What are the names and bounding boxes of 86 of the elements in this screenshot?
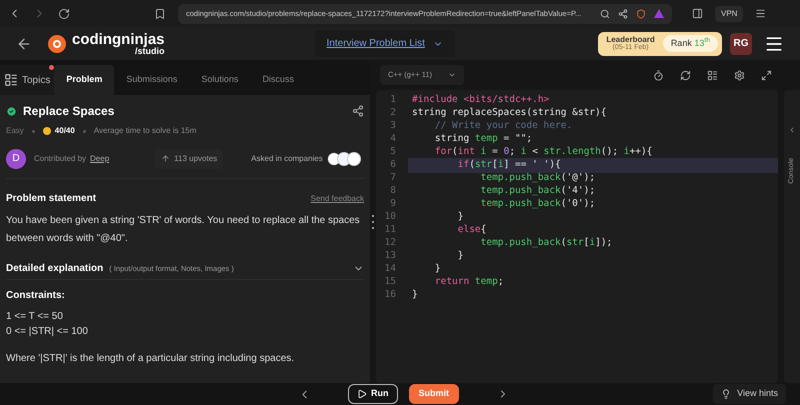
refresh-icon[interactable]: [680, 70, 691, 80]
leaderboard-title: Leaderboard: [606, 36, 655, 44]
problem-title: Replace Spaces: [23, 103, 114, 120]
problem-tab[interactable]: Solutions: [189, 65, 250, 95]
upvote-icon: [161, 154, 170, 163]
line-number: 6: [389, 158, 397, 172]
user-avatar[interactable]: RG: [730, 32, 752, 54]
hints-button[interactable]: View hints: [713, 384, 786, 404]
problem-tab[interactable]: Submissions: [114, 65, 190, 95]
chevron-down-icon: [448, 71, 456, 79]
lightbulb-icon: [721, 389, 732, 399]
line-number: 8: [389, 184, 397, 198]
logo-subtext: /studio: [135, 46, 165, 56]
line-number: 5: [389, 145, 397, 160]
line-number: 10: [384, 210, 397, 224]
line-number: 16: [384, 288, 397, 302]
chevron-left-icon[interactable]: [788, 126, 796, 134]
play-icon: [357, 389, 367, 399]
topics-button[interactable]: Topics: [0, 65, 54, 95]
code-line: // Write your code here.: [434, 119, 574, 134]
code-line: temp.push_back('@');: [480, 171, 596, 186]
company-logo-icon: [326, 152, 341, 166]
code-line: return temp;: [434, 275, 505, 290]
line-number: 9: [389, 197, 397, 212]
rank-label: Rank 13$^{th}$: [662, 34, 718, 52]
line-number: 2: [389, 106, 397, 120]
code-line: string temp = "";: [434, 132, 534, 146]
layout-icon[interactable]: [707, 70, 718, 80]
average-time-text: Average time to solve is 15m: [94, 125, 196, 137]
nav-link[interactable]: Interview Problem List: [326, 36, 425, 51]
menu-icon[interactable]: [755, 8, 766, 19]
code-line: }: [434, 262, 442, 276]
feedback-link[interactable]: Send feedback: [310, 192, 364, 204]
line-number: 14: [384, 262, 397, 276]
settings-icon[interactable]: [734, 70, 745, 80]
problem-tab[interactable]: Problem: [54, 65, 114, 95]
line-number: 12: [384, 236, 397, 250]
timer-icon[interactable]: [653, 70, 664, 80]
note-text: Where '|STR|' is the length of a particular string including spaces.: [6, 352, 296, 366]
line-number: 1: [389, 93, 397, 108]
constraint-text: 1 <= T <= 50: [6, 310, 64, 324]
code-line: }: [456, 249, 464, 264]
line-number: 7: [389, 171, 397, 186]
bookmark-icon[interactable]: [154, 8, 166, 20]
nav-link-pill[interactable]: Interview Problem List: [314, 30, 455, 57]
vpn-button[interactable]: VPN: [715, 6, 744, 22]
coin-icon: [42, 127, 51, 135]
code-line: for(int i = 0; i < str.length(); i++){: [434, 145, 654, 160]
list-icon: [4, 73, 18, 87]
section-heading: Detailed explanation: [6, 262, 104, 276]
expand-icon[interactable]: [761, 70, 772, 80]
section-heading: Problem statement: [6, 192, 96, 206]
line-number: 13: [384, 249, 397, 264]
score-text: 40/40: [54, 125, 75, 137]
company-logo-icon: [346, 152, 361, 166]
line-number: 3: [389, 119, 397, 134]
share-icon[interactable]: [618, 8, 628, 18]
reload-icon[interactable]: [58, 8, 70, 20]
code-line: }: [411, 288, 419, 302]
asked-in-label: Asked in companies: [251, 152, 323, 164]
line-number: 4: [389, 132, 397, 146]
difficulty-label: Easy: [6, 125, 24, 137]
code-editor[interactable]: [376, 90, 778, 383]
code-line: temp.push_back('0');: [480, 197, 596, 212]
contributor-avatar: D: [6, 148, 26, 168]
statement-text: You have been given a string 'STR' of words. You need to replace all the spaces between words with "@40".: [6, 214, 361, 246]
triangle-icon[interactable]: [654, 9, 664, 18]
line-number: 11: [384, 223, 397, 238]
code-line: }: [456, 210, 464, 224]
code-line: temp.push_back('4');: [480, 184, 596, 198]
contributed-by-label: Contributed by: [34, 152, 86, 164]
code-line: #include <bits/stdc++.h>: [411, 93, 550, 108]
problem-tab[interactable]: Discuss: [250, 65, 306, 95]
sidebar-icon[interactable]: [692, 8, 703, 19]
constraint-text: 0 <= |STR| <= 100: [6, 325, 89, 339]
code-line: string replaceSpaces(string &str){: [411, 106, 608, 120]
logo-text: codingninjas: [72, 32, 165, 46]
upvote-button[interactable]: 113 upvotes: [155, 148, 224, 168]
line-number: 15: [384, 275, 397, 290]
code-line: temp.push_back(str[i]);: [480, 236, 614, 250]
zoom-icon[interactable]: [600, 8, 610, 18]
contributor-link[interactable]: Deep: [90, 152, 110, 164]
share-icon[interactable]: [352, 105, 364, 117]
code-line: else{: [456, 223, 488, 238]
run-button[interactable]: Run: [348, 384, 398, 404]
section-heading: Constraints:: [6, 289, 66, 303]
